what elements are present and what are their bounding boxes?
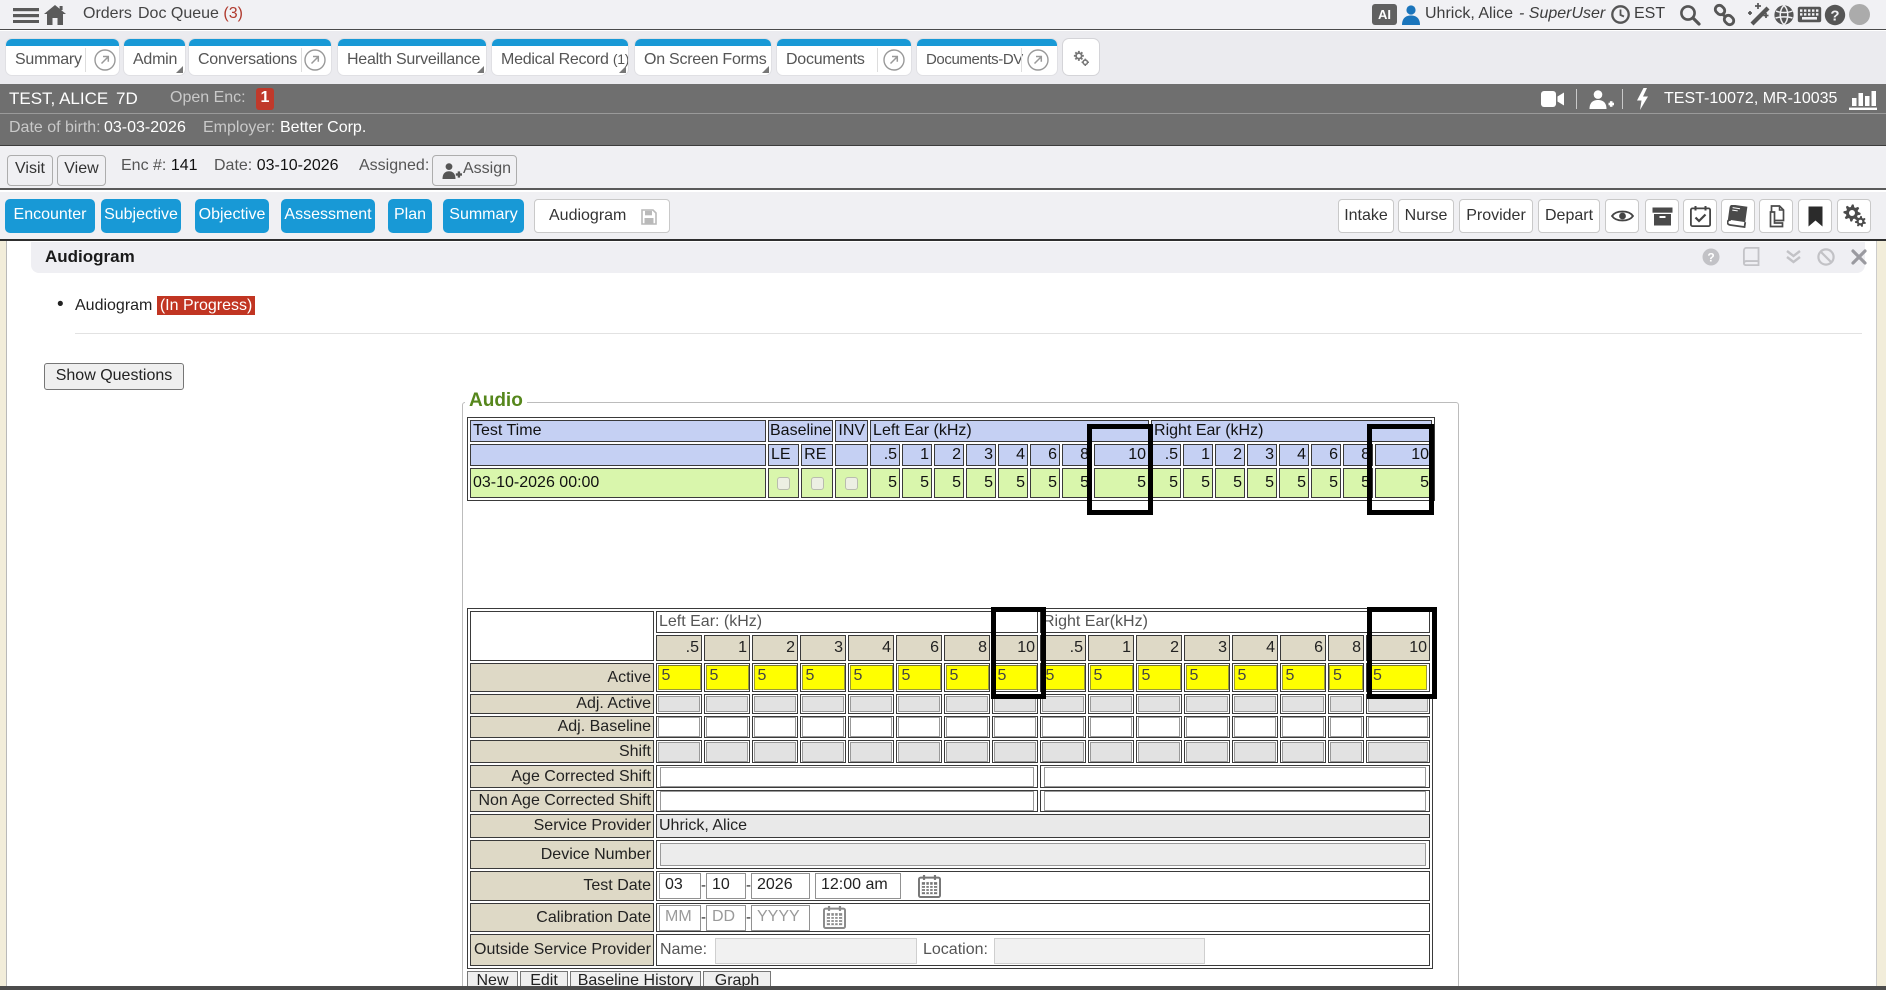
svg-text:?: ?: [1830, 8, 1839, 25]
svg-text:?: ?: [1707, 251, 1714, 265]
